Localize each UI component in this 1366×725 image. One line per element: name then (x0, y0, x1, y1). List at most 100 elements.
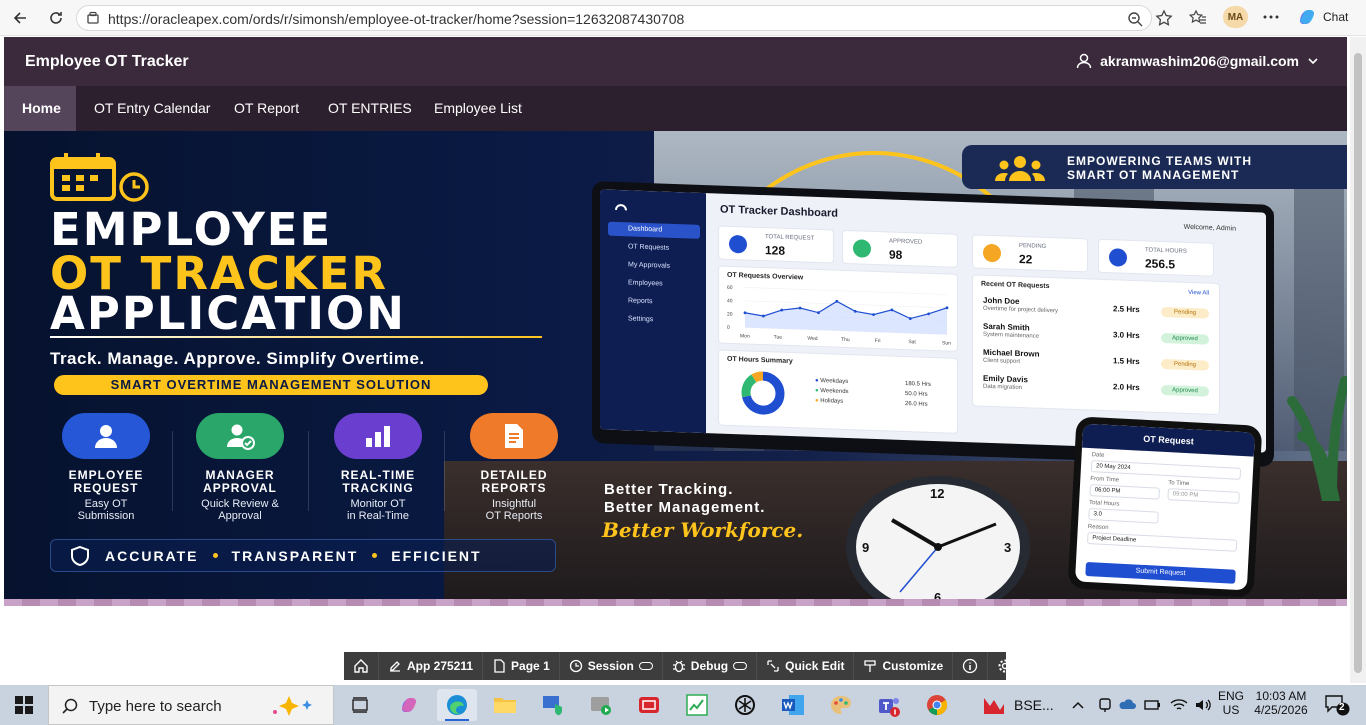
y-tick-label: 40 (727, 298, 733, 304)
language-indicator[interactable]: ENG US (1216, 689, 1246, 717)
app-header: Employee OT Tracker akramwashim206@gmail… (4, 37, 1347, 86)
session-icon (569, 659, 582, 673)
address-bar[interactable]: https://oracleapex.com/ords/r/simonsh/em… (76, 5, 1152, 31)
language-line: US (1222, 703, 1240, 717)
dev-settings-button[interactable] (988, 652, 1022, 680)
nav-home[interactable]: Home (4, 86, 76, 131)
request-desc: Data migration (983, 383, 1023, 392)
language-line: ENG (1217, 689, 1244, 703)
feature-employee-request: EMPLOYEE REQUEST Easy OT Submission (46, 413, 166, 522)
copilot-chat-button[interactable]: Chat (1296, 5, 1356, 29)
phone-total-field: 3.0 (1088, 508, 1159, 524)
dev-info-button[interactable] (953, 652, 989, 680)
notification-center[interactable]: 2 (1324, 693, 1350, 722)
nav-ot-entry-calendar[interactable]: OT Entry Calendar (76, 86, 228, 131)
user-menu[interactable]: akramwashim206@gmail.com (1076, 53, 1319, 69)
search-placeholder: Type here to search (89, 698, 222, 715)
favorite-star-icon[interactable] (1155, 9, 1173, 27)
dashboard-title: OT Tracker Dashboard (720, 203, 838, 220)
recent-request-row: John Doe Overtime for project delivery 2… (983, 296, 1213, 324)
favorites-list-icon[interactable] (1189, 9, 1207, 27)
dev-debug-button[interactable]: Debug (663, 652, 758, 680)
taskbar-edge[interactable] (437, 689, 477, 721)
feature-separator (172, 431, 173, 511)
video-recorder-icon (639, 697, 659, 713)
request-hours: 2.5 Hrs (1113, 304, 1140, 315)
value-label: ACCURATE (105, 547, 199, 564)
taskbar-file-explorer[interactable] (485, 689, 525, 721)
nav-employee-list[interactable]: Employee List (416, 86, 540, 131)
location-icon[interactable] (1098, 697, 1112, 713)
dev-quick-edit-button[interactable]: Quick Edit (757, 652, 855, 680)
reload-button[interactable] (44, 6, 68, 30)
nav-ot-entries[interactable]: OT ENTRIES (310, 86, 430, 131)
page-scrollbar[interactable] (1350, 37, 1366, 683)
phone-mockup: OT Request Date 20 May 2024 From Time 06… (1067, 416, 1263, 598)
dev-home-button[interactable] (344, 652, 379, 680)
dev-app-button[interactable]: App 275211 (379, 652, 484, 680)
recent-request-row: Emily Davis Data migration 2.0 Hrs Appro… (983, 374, 1213, 402)
taskbar-copilot[interactable] (389, 689, 429, 721)
bse-chart-icon (984, 698, 1004, 714)
back-button[interactable] (8, 6, 32, 30)
taskbar-media-app[interactable] (581, 689, 621, 721)
nav-ot-report[interactable]: OT Report (216, 86, 317, 131)
clock-date[interactable]: 10:03 AM 4/25/2026 (1248, 689, 1314, 717)
battery-plug-icon[interactable] (1144, 697, 1162, 713)
taskbar-paint[interactable] (821, 689, 861, 721)
brush-icon (864, 660, 877, 672)
taskbar-chatgpt[interactable] (725, 689, 765, 721)
taskbar-video-app[interactable] (629, 689, 669, 721)
recent-request-row: Sarah Smith System maintenance 3.0 Hrs A… (983, 322, 1213, 350)
start-button[interactable] (0, 685, 48, 725)
panel-title: Recent OT Requests (981, 280, 1050, 291)
status-badge: Approved (1161, 384, 1209, 397)
zoom-icon[interactable] (1127, 11, 1143, 27)
user-check-icon (196, 413, 284, 459)
sidebar-item-settings: Settings (628, 315, 654, 324)
dev-customize-button[interactable]: Customize (854, 652, 954, 680)
sidebar-item-employees: Employees (628, 279, 663, 288)
taskbar-word[interactable] (773, 689, 813, 721)
edge-browser-icon (447, 695, 467, 715)
dev-page-label: Page 1 (511, 659, 550, 673)
taskbar-search-box[interactable]: Type here to search (48, 685, 334, 725)
task-view-icon (352, 697, 368, 713)
feature-manager-approval: MANAGER APPROVAL Quick Review & Approval (180, 413, 300, 522)
plant-decoration (1287, 376, 1347, 501)
taskbar-bse-app[interactable]: BSE... (970, 689, 1054, 721)
teams-icon (879, 698, 900, 717)
feature-subtitle: Easy OT (84, 498, 128, 510)
top-navigation: Home OT Entry Calendar OT Report OT ENTR… (4, 86, 1347, 131)
taskbar-chrome[interactable] (917, 689, 957, 721)
hero-title-line3: APPLICATION (50, 287, 406, 340)
taskbar-task-view[interactable] (340, 689, 380, 721)
onedrive-icon[interactable] (1119, 697, 1137, 713)
y-tick-label: 60 (727, 285, 733, 291)
chevron-up-icon (1072, 701, 1084, 709)
request-name: Sarah Smith (983, 321, 1030, 333)
summary-value: 180.5 Hrs (905, 381, 932, 388)
dev-session-button[interactable]: Session (560, 652, 663, 680)
taskbar-chart-app[interactable] (677, 689, 717, 721)
profile-avatar[interactable]: MA (1223, 6, 1248, 28)
wifi-icon[interactable] (1170, 697, 1188, 713)
volume-icon[interactable] (1194, 697, 1212, 713)
scrollbar-thumb[interactable] (1354, 53, 1362, 673)
browser-toolbar: https://oracleapex.com/ords/r/simonsh/em… (0, 0, 1366, 36)
hero-divider (50, 336, 542, 338)
app-title[interactable]: Employee OT Tracker (25, 53, 189, 71)
dev-page-button[interactable]: Page 1 (483, 652, 560, 680)
taskbar-teams[interactable] (869, 689, 909, 721)
phone-field-label: Date (1091, 452, 1105, 459)
site-info-icon (87, 11, 99, 24)
more-options-icon[interactable] (1262, 10, 1280, 24)
tray-overflow-chevron[interactable] (1070, 697, 1086, 718)
x-tick-label: Thu (841, 337, 850, 343)
taskbar-remote-app[interactable] (533, 689, 573, 721)
report-document-icon (470, 413, 558, 459)
separator-dot (212, 553, 218, 558)
badge-line2: SMART OT MANAGEMENT (1067, 168, 1240, 182)
dashboard-screen: Dashboard OT Requests My Approvals Emplo… (600, 189, 1266, 453)
feature-subtitle: Quick Review & (201, 498, 279, 510)
